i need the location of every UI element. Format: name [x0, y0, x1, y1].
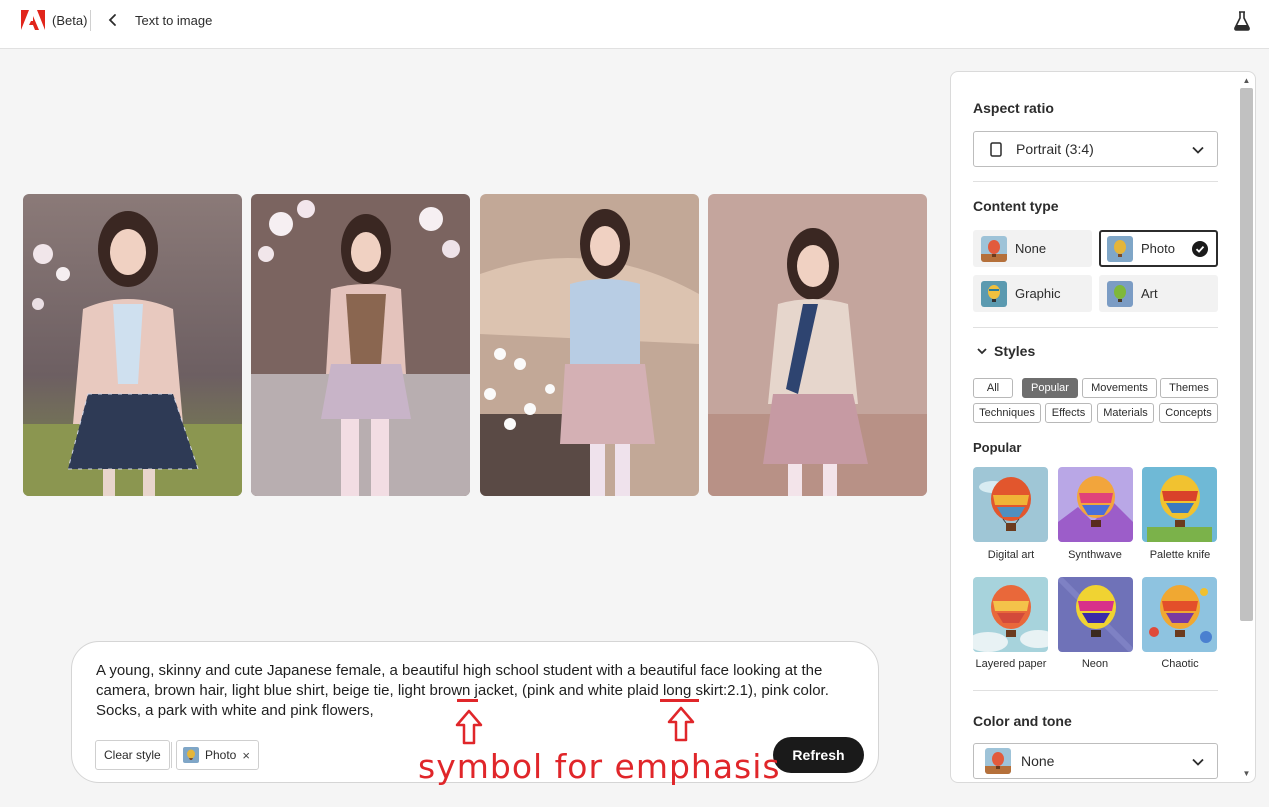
panel-divider — [973, 327, 1218, 328]
aspect-ratio-dropdown[interactable]: Portrait (3:4) — [973, 131, 1218, 167]
checkmark-circle-icon — [1192, 241, 1208, 257]
style-tag-materials[interactable]: Materials — [1097, 403, 1154, 423]
beta-label: (Beta) — [52, 13, 88, 28]
style-label-digital-art: Digital art — [987, 549, 1035, 561]
clear-style-button[interactable]: Clear style — [95, 740, 170, 770]
balloon-layered-paper-icon — [973, 577, 1048, 652]
annotation-arrow-1-icon — [455, 709, 483, 745]
style-tile-neon[interactable] — [1058, 577, 1133, 652]
labs-flask-icon[interactable] — [1233, 11, 1251, 31]
annotation-underline-1 — [457, 699, 478, 702]
chevron-down-icon — [1192, 146, 1204, 154]
annotation-label: symbol for emphasis — [418, 747, 781, 786]
content-type-art[interactable]: Art — [1099, 275, 1218, 312]
style-tile-chaotic[interactable] — [1142, 577, 1217, 652]
photo-thumbnail-icon — [183, 747, 199, 763]
content-type-chip[interactable]: Photo × — [176, 740, 259, 770]
content-type-title: Content type — [973, 198, 1059, 214]
color-tone-title: Color and tone — [973, 713, 1072, 729]
aspect-ratio-title: Aspect ratio — [973, 100, 1054, 116]
adobe-logo-icon[interactable] — [21, 10, 45, 30]
content-type-graphic-label: Graphic — [1015, 286, 1061, 301]
graphic-thumbnail-icon — [981, 280, 1007, 307]
balloon-palette-knife-icon — [1142, 467, 1217, 542]
chip-remove-icon[interactable]: × — [242, 748, 250, 763]
balloon-neon-icon — [1058, 577, 1133, 652]
generated-image-2[interactable] — [251, 194, 470, 496]
content-type-none-label: None — [1015, 241, 1047, 256]
style-tag-popular[interactable]: Popular — [1022, 378, 1078, 398]
portrait-icon — [990, 141, 1002, 157]
style-label-layered-paper: Layered paper — [975, 658, 1047, 670]
page-title: Text to image — [135, 13, 213, 28]
content-type-photo[interactable]: Photo — [1099, 230, 1218, 267]
style-label-neon: Neon — [1081, 658, 1109, 670]
color-tone-thumbnail-icon — [985, 748, 1011, 774]
content-type-art-label: Art — [1141, 286, 1158, 301]
photo-thumbnail-icon — [1107, 235, 1133, 262]
content-type-photo-label: Photo — [1141, 241, 1175, 256]
color-tone-dropdown[interactable]: None — [973, 743, 1218, 779]
styles-title: Styles — [994, 343, 1036, 359]
style-tile-palette-knife[interactable] — [1142, 467, 1217, 542]
back-chevron-icon[interactable] — [104, 11, 122, 29]
style-tag-effects[interactable]: Effects — [1045, 403, 1092, 423]
header-divider — [90, 10, 91, 31]
style-tag-themes[interactable]: Themes — [1160, 378, 1218, 398]
scroll-up-icon[interactable]: ▲ — [1241, 75, 1252, 86]
style-tag-all[interactable]: All — [973, 378, 1013, 398]
none-thumbnail-icon — [981, 235, 1007, 262]
balloon-digital-art-icon — [973, 467, 1048, 542]
scroll-down-icon[interactable]: ▼ — [1241, 768, 1252, 779]
chevron-down-icon — [977, 348, 987, 355]
generated-image-1[interactable] — [23, 194, 242, 496]
style-label-palette-knife: Palette knife — [1149, 549, 1211, 561]
style-tile-layered-paper[interactable] — [973, 577, 1048, 652]
content-type-graphic[interactable]: Graphic — [973, 275, 1092, 312]
panel-divider — [973, 181, 1218, 182]
chevron-down-icon — [1192, 758, 1204, 766]
popular-subtitle: Popular — [973, 440, 1022, 455]
chip-divider — [171, 742, 172, 768]
prompt-text[interactable]: A young, skinny and cute Japanese female… — [96, 661, 872, 721]
generated-image-3[interactable] — [480, 194, 699, 496]
scrollbar-thumb[interactable] — [1240, 88, 1253, 621]
balloon-chaotic-icon — [1142, 577, 1217, 652]
aspect-ratio-value: Portrait (3:4) — [1016, 141, 1094, 157]
style-tile-synthwave[interactable] — [1058, 467, 1133, 542]
chip-label: Photo — [205, 748, 237, 762]
style-label-chaotic: Chaotic — [1161, 658, 1199, 670]
annotation-arrow-2-icon — [667, 706, 695, 742]
panel-divider — [973, 690, 1218, 691]
style-label-synthwave: Synthwave — [1068, 549, 1122, 561]
balloon-synthwave-icon — [1058, 467, 1133, 542]
style-tag-movements[interactable]: Movements — [1082, 378, 1157, 398]
styles-section-toggle[interactable]: Styles — [976, 343, 1035, 359]
annotation-underline-2 — [660, 699, 699, 702]
refresh-button[interactable]: Refresh — [773, 737, 864, 773]
app-header: (Beta) Text to image — [0, 0, 1269, 49]
art-thumbnail-icon — [1107, 280, 1133, 307]
content-type-none[interactable]: None — [973, 230, 1092, 267]
generated-image-4[interactable] — [708, 194, 927, 496]
style-tile-digital-art[interactable] — [973, 467, 1048, 542]
color-tone-value: None — [1021, 753, 1055, 769]
style-tag-techniques[interactable]: Techniques — [973, 403, 1041, 423]
settings-panel — [950, 71, 1256, 783]
style-tag-concepts[interactable]: Concepts — [1159, 403, 1218, 423]
